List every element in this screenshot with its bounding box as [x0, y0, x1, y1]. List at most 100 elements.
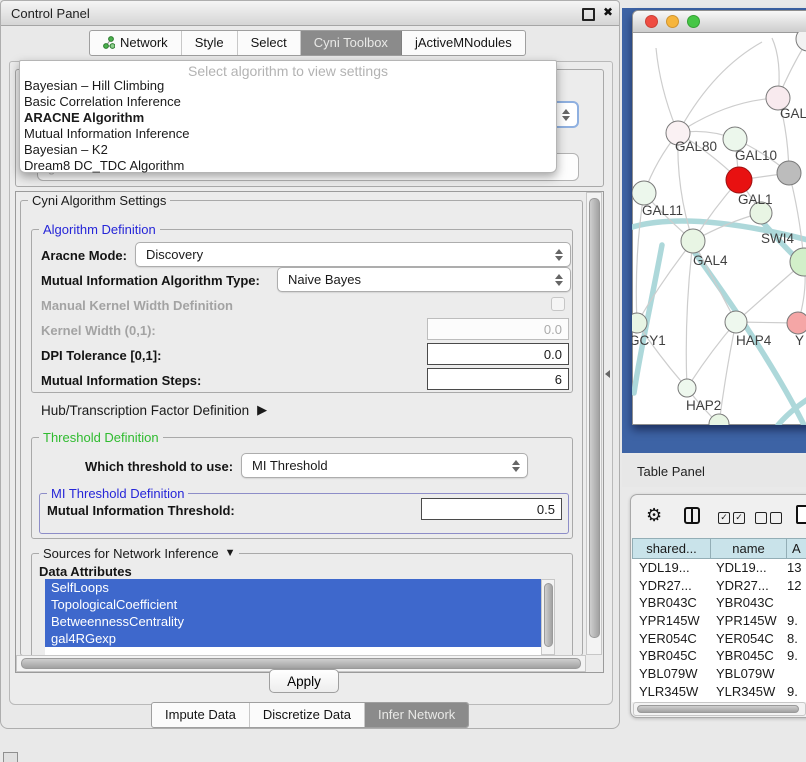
- tab-impute-data[interactable]: Impute Data: [152, 703, 250, 727]
- tab-network[interactable]: Network: [90, 31, 182, 55]
- dropdown-item-selected[interactable]: ARACNE Algorithm: [24, 110, 144, 126]
- cell[interactable]: YLR345W: [639, 683, 698, 701]
- network-highlight-edges: [632, 217, 806, 425]
- cell[interactable]: YBR043C: [639, 594, 697, 612]
- column-layout-icon[interactable]: [684, 507, 700, 524]
- network-canvas[interactable]: GAL GAL80 GAL10 GAL1 GAL11 SWI4 GAL4 GCY…: [632, 32, 806, 425]
- table-row[interactable]: YER054C YER054C 8.: [632, 630, 806, 648]
- dropdown-item[interactable]: Dream8 DC_TDC Algorithm: [24, 158, 184, 174]
- table-row[interactable]: YLR345W YLR345W 9.: [632, 683, 806, 701]
- close-icon[interactable]: ✖: [603, 5, 613, 19]
- table-row[interactable]: YDL19... YDL19... 13: [632, 559, 806, 577]
- network-node-hap2[interactable]: [678, 379, 696, 397]
- cell[interactable]: 12: [787, 577, 801, 595]
- select-all-columns-icon[interactable]: ✓ ✓: [718, 512, 745, 524]
- cell[interactable]: YER054C: [639, 630, 697, 648]
- gear-icon[interactable]: ⚙: [646, 506, 662, 524]
- dpi-tolerance-field[interactable]: 0.0: [427, 343, 569, 365]
- network-node-gcy1[interactable]: [632, 313, 647, 333]
- list-item[interactable]: TopologicalCoefficient: [45, 596, 544, 613]
- cell[interactable]: 9.: [787, 612, 798, 630]
- cell[interactable]: YDL19...: [716, 559, 767, 577]
- network-node[interactable]: [796, 32, 806, 51]
- mi-threshold-value: 0.5: [537, 502, 555, 517]
- column-header-partial[interactable]: A: [786, 538, 806, 559]
- kernel-width-field[interactable]: 0.0: [427, 318, 569, 340]
- table-row[interactable]: YBR043C YBR043C: [632, 594, 806, 612]
- list-item[interactable]: BetweennessCentrality: [45, 613, 544, 630]
- cell[interactable]: YBL079W: [716, 665, 775, 683]
- table-row[interactable]: YBL079W YBL079W: [632, 665, 806, 683]
- table-row[interactable]: YDR27... YDR27... 12: [632, 577, 806, 595]
- which-threshold-combobox[interactable]: MI Threshold: [241, 453, 528, 478]
- table-row[interactable]: YPR145W YPR145W 9.: [632, 612, 806, 630]
- cell[interactable]: 9.: [787, 647, 798, 665]
- cell[interactable]: YBL079W: [639, 665, 698, 683]
- cell[interactable]: YER054C: [716, 630, 774, 648]
- attributes-list-scrollbar[interactable]: [541, 579, 555, 655]
- cell[interactable]: YBR045C: [716, 647, 774, 665]
- float-window-icon[interactable]: [582, 8, 595, 21]
- aracne-mode-combobox[interactable]: Discovery: [135, 242, 571, 267]
- tab-discretize-data[interactable]: Discretize Data: [250, 703, 365, 727]
- mi-steps-value: 6: [555, 372, 562, 387]
- sources-group-title-row[interactable]: Sources for Network Inference ▼: [39, 546, 239, 561]
- mac-close-button[interactable]: [645, 15, 658, 28]
- dropdown-item[interactable]: Mutual Information Inference: [24, 126, 189, 142]
- mac-minimize-button[interactable]: [666, 15, 679, 28]
- settings-hscrollbar-thumb[interactable]: [21, 658, 581, 669]
- cell[interactable]: YPR145W: [639, 612, 700, 630]
- mac-zoom-button[interactable]: [687, 15, 700, 28]
- attributes-scrollbar-thumb[interactable]: [544, 583, 553, 647]
- cell[interactable]: 13: [787, 559, 801, 577]
- tab-infer-network-label: Infer Network: [378, 707, 455, 722]
- tab-select[interactable]: Select: [238, 31, 301, 55]
- column-header-name[interactable]: name: [710, 538, 787, 559]
- cell[interactable]: 8.: [787, 630, 798, 648]
- mi-steps-field[interactable]: 6: [427, 368, 569, 390]
- table-hscrollbar-thumb[interactable]: [637, 705, 799, 713]
- cell[interactable]: YDR27...: [716, 577, 769, 595]
- mi-type-combobox[interactable]: Naive Bayes: [277, 267, 571, 292]
- tab-cyni-toolbox[interactable]: Cyni Toolbox: [301, 31, 402, 55]
- dropdown-item[interactable]: Basic Correlation Inference: [24, 94, 181, 110]
- cell[interactable]: YDR27...: [639, 577, 692, 595]
- network-node-gal11[interactable]: [632, 181, 656, 205]
- network-node[interactable]: [777, 161, 801, 185]
- table-row[interactable]: YBR045C YBR045C 9.: [632, 647, 806, 665]
- cell[interactable]: YLR345W: [716, 683, 775, 701]
- tab-jactivemnodules[interactable]: jActiveMNodules: [402, 31, 525, 55]
- network-node-hap4[interactable]: [725, 311, 747, 333]
- expand-right-icon: ▶: [257, 402, 267, 418]
- hub-definition-expander[interactable]: Hub/Transcription Factor Definition ▶: [41, 402, 267, 418]
- cell[interactable]: YDL19...: [639, 559, 690, 577]
- minimized-panel-icon[interactable]: [3, 752, 18, 762]
- column-header-shared[interactable]: shared...: [632, 538, 711, 559]
- network-node-gal1-selected[interactable]: [726, 167, 752, 193]
- list-item[interactable]: gal4RGexp: [45, 630, 544, 647]
- network-node-gal4[interactable]: [681, 229, 705, 253]
- network-node-y[interactable]: [787, 312, 806, 334]
- network-window-titlebar[interactable]: [633, 11, 806, 33]
- cell[interactable]: YPR145W: [716, 612, 777, 630]
- settings-vertical-scrollbar[interactable]: [586, 192, 602, 655]
- settings-vscrollbar-thumb[interactable]: [589, 198, 600, 638]
- tab-infer-network[interactable]: Infer Network: [365, 703, 468, 727]
- table-horizontal-scrollbar[interactable]: [633, 702, 806, 716]
- cell[interactable]: 9.: [787, 683, 798, 701]
- splitpane-collapse-arrow-icon[interactable]: [605, 370, 610, 378]
- node-label: GAL: [780, 106, 806, 121]
- dropdown-item[interactable]: Bayesian – K2: [24, 142, 108, 158]
- mi-threshold-field[interactable]: 0.5: [421, 498, 562, 520]
- list-item[interactable]: SelfLoops: [45, 579, 544, 596]
- apply-button[interactable]: Apply: [269, 669, 339, 693]
- dropdown-item[interactable]: Bayesian – Hill Climbing: [24, 78, 164, 94]
- cell[interactable]: YBR043C: [716, 594, 774, 612]
- cell[interactable]: YBR045C: [639, 647, 697, 665]
- manual-kernel-checkbox[interactable]: [551, 297, 565, 311]
- tab-style[interactable]: Style: [182, 31, 238, 55]
- export-table-icon[interactable]: [796, 505, 806, 524]
- deselect-all-columns-icon[interactable]: [755, 512, 782, 524]
- network-node[interactable]: [709, 414, 729, 425]
- tab-discretize-data-label: Discretize Data: [263, 707, 351, 722]
